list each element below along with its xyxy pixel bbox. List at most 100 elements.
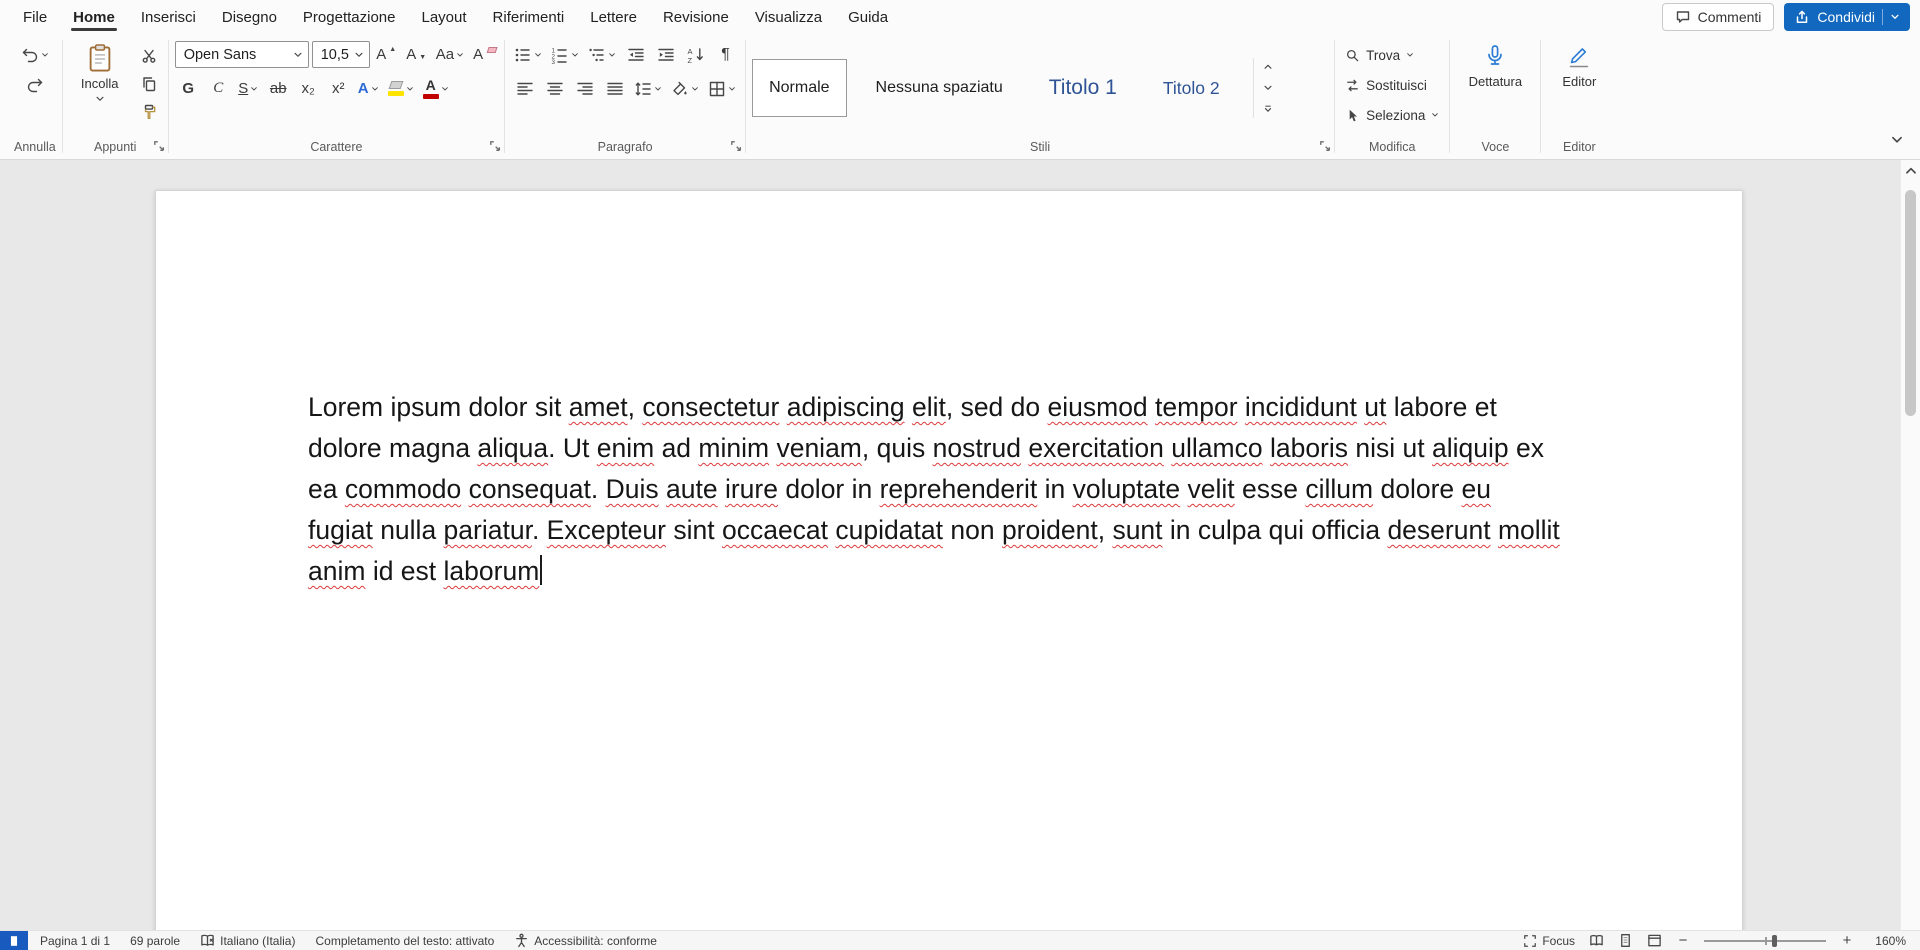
menu-tab-visualizza[interactable]: Visualizza — [742, 0, 835, 34]
shrink-font-button[interactable]: A▼ — [403, 41, 430, 68]
change-case-button[interactable]: Aa — [433, 41, 467, 68]
scrollbar-thumb[interactable] — [1905, 190, 1916, 416]
strikethrough-button[interactable]: ab — [265, 75, 292, 102]
clear-formatting-button[interactable]: A — [470, 41, 498, 68]
proofing-status[interactable]: Italiano (Italia) — [200, 933, 295, 948]
style-gallery-more-button[interactable] — [1258, 100, 1278, 118]
subscript-button[interactable]: x₂ — [295, 75, 322, 102]
increase-indent-button[interactable] — [652, 41, 679, 68]
text-effects-button[interactable]: A — [355, 75, 382, 102]
cut-button[interactable] — [137, 43, 162, 68]
scroll-up-icon[interactable] — [1904, 164, 1918, 178]
vertical-scrollbar[interactable] — [1900, 160, 1920, 930]
paragrafo-dialog-launcher[interactable] — [729, 139, 743, 153]
select-cursor-icon — [1345, 108, 1360, 123]
select-button[interactable]: Seleziona — [1341, 102, 1443, 128]
zoom-percentage[interactable]: 160% — [1868, 934, 1906, 948]
chevron-down-icon — [1263, 83, 1273, 93]
comments-button[interactable]: Commenti — [1662, 3, 1775, 31]
multilevel-list-button[interactable] — [585, 41, 619, 68]
grow-font-button[interactable]: A▲ — [373, 41, 400, 68]
align-right-button[interactable] — [571, 75, 598, 102]
format-painter-icon — [141, 104, 157, 120]
proofing-book-icon — [200, 933, 215, 948]
up-mark-icon: ▲ — [389, 46, 396, 53]
menu-tab-revisione[interactable]: Revisione — [650, 0, 742, 34]
document-page[interactable]: Lorem ipsum dolor sit amet, consectetur … — [155, 190, 1743, 930]
share-button[interactable]: Condividi — [1784, 3, 1910, 31]
style-gallery-down-button[interactable] — [1258, 79, 1278, 97]
zoom-slider-thumb[interactable] — [1772, 935, 1777, 947]
replace-button[interactable]: Sostituisci — [1341, 72, 1443, 98]
page-count[interactable]: Pagina 1 di 1 — [40, 934, 110, 948]
align-left-button[interactable] — [511, 75, 538, 102]
italic-button[interactable]: C — [205, 75, 232, 102]
justify-button[interactable] — [601, 75, 628, 102]
menu-tab-layout[interactable]: Layout — [409, 0, 480, 34]
zoom-in-button[interactable]: + — [1840, 932, 1854, 949]
style-normale[interactable]: Normale — [752, 59, 846, 117]
zoom-slider[interactable] — [1704, 934, 1826, 948]
appunti-dialog-launcher[interactable] — [152, 139, 166, 153]
style-titolo-1[interactable]: Titolo 1 — [1032, 59, 1134, 117]
menu-tab-progettazione[interactable]: Progettazione — [290, 0, 409, 34]
carattere-dialog-launcher[interactable] — [488, 139, 502, 153]
dialog-launcher-icon — [152, 139, 166, 153]
line-spacing-button[interactable] — [631, 75, 665, 102]
style-titolo-2[interactable]: Titolo 2 — [1146, 59, 1237, 117]
decrease-indent-button[interactable] — [622, 41, 649, 68]
group-stili: NormaleNessuna spaziatuTitolo 1Titolo 2 … — [746, 34, 1334, 159]
show-paragraph-marks-button[interactable]: ¶ — [712, 41, 739, 68]
web-layout-button[interactable] — [1647, 933, 1662, 948]
font-color-button[interactable]: A — [420, 75, 452, 102]
style-nessuna-spaziatu[interactable]: Nessuna spaziatu — [859, 59, 1020, 117]
chevron-down-icon — [406, 85, 414, 93]
menu-tab-disegno[interactable]: Disegno — [209, 0, 290, 34]
chevron-down-icon[interactable] — [1890, 12, 1900, 22]
document-paragraph[interactable]: Lorem ipsum dolor sit amet, consectetur … — [308, 387, 1560, 592]
eraser-icon — [487, 47, 498, 53]
menu-tab-guida[interactable]: Guida — [835, 0, 901, 34]
copy-button[interactable] — [137, 71, 162, 96]
numbered-list-icon: 123 — [551, 46, 569, 64]
stili-dialog-launcher[interactable] — [1318, 139, 1332, 153]
numbered-list-button[interactable]: 123 — [548, 41, 582, 68]
format-painter-button[interactable] — [137, 99, 162, 124]
redo-button[interactable] — [21, 71, 48, 98]
menu-tab-file[interactable]: File — [10, 0, 60, 34]
find-button[interactable]: Trova — [1341, 42, 1443, 68]
dictate-button[interactable]: Dettatura — [1464, 41, 1526, 89]
font-name-combo[interactable]: Open Sans — [175, 41, 309, 68]
menu-tab-lettere[interactable]: Lettere — [577, 0, 650, 34]
superscript-button[interactable]: x² — [325, 75, 352, 102]
accessibility-status[interactable]: Accessibilità: conforme — [514, 933, 657, 948]
misspelled-word: eu — [1462, 474, 1491, 504]
bullet-list-button[interactable] — [511, 41, 545, 68]
focus-mode-button[interactable]: Focus — [1523, 934, 1575, 948]
undo-button[interactable] — [18, 41, 52, 68]
editor-label: Editor — [1562, 74, 1596, 89]
collapse-ribbon-button[interactable] — [1888, 133, 1906, 151]
word-count[interactable]: 69 parole — [130, 934, 180, 948]
underline-button[interactable]: S — [235, 75, 262, 102]
shading-button[interactable] — [668, 75, 702, 102]
borders-button[interactable] — [705, 75, 739, 102]
misspelled-word: exercitation — [1028, 433, 1164, 463]
font-color-icon: A — [423, 78, 439, 99]
print-layout-button[interactable] — [1618, 933, 1633, 948]
zoom-out-button[interactable]: − — [1676, 932, 1690, 949]
read-mode-button[interactable] — [1589, 933, 1604, 948]
sort-button[interactable]: AZ — [682, 41, 709, 68]
highlight-button[interactable] — [385, 75, 417, 102]
text-completion-status[interactable]: Completamento del testo: attivato — [315, 934, 494, 948]
editor-button[interactable]: Editor — [1548, 41, 1610, 89]
menu-tab-riferimenti[interactable]: Riferimenti — [480, 0, 578, 34]
align-center-button[interactable] — [541, 75, 568, 102]
menu-tab-inserisci[interactable]: Inserisci — [128, 0, 209, 34]
font-size-combo[interactable]: 10,5 — [312, 41, 370, 68]
paste-button[interactable]: Incolla — [69, 41, 131, 104]
language-label: Italiano (Italia) — [220, 934, 295, 948]
bold-button[interactable]: G — [175, 75, 202, 102]
menu-tab-home[interactable]: Home — [60, 0, 128, 34]
style-gallery-up-button[interactable] — [1258, 58, 1278, 76]
